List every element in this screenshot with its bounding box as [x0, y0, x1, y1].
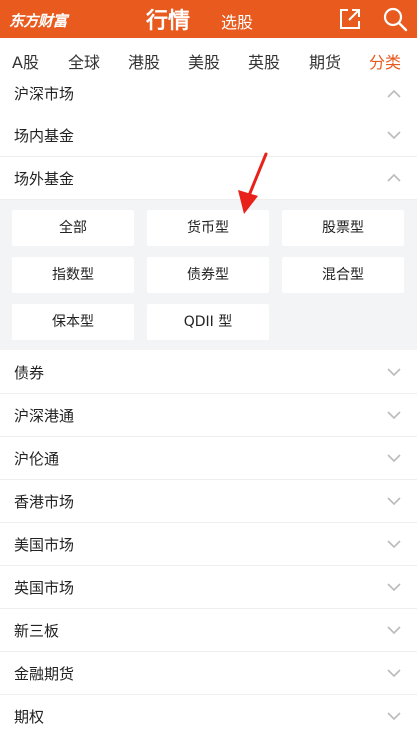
- category-row-uk-market[interactable]: 英国市场: [0, 566, 417, 609]
- category-label: 新三板: [14, 622, 60, 640]
- annotation-arrow-icon: [238, 152, 268, 214]
- tab-a-shares[interactable]: A股: [12, 49, 39, 73]
- fund-type-panel: 全部 货币型 股票型 指数型 债券型 混合型 保本型 QDII 型: [0, 200, 417, 350]
- stock-picker-tab[interactable]: 选股: [221, 9, 253, 33]
- tab-us-stocks[interactable]: 美股: [188, 49, 220, 73]
- category-row-bonds[interactable]: 债券: [0, 351, 417, 394]
- chevron-down-icon: [387, 583, 401, 592]
- category-row-shanghai-london[interactable]: 沪伦通: [0, 437, 417, 480]
- category-label: 沪伦通: [14, 450, 60, 468]
- chevron-up-icon: [387, 89, 401, 98]
- category-label: 金融期货: [14, 665, 75, 683]
- search-icon[interactable]: [381, 5, 409, 33]
- chevron-down-icon: [387, 669, 401, 678]
- category-row-otc-funds[interactable]: 场外基金: [0, 157, 417, 200]
- fund-type-equity[interactable]: 股票型: [282, 210, 404, 246]
- chevron-down-icon: [387, 368, 401, 377]
- app-logo: 东方财富: [9, 12, 68, 30]
- category-row-hs-market[interactable]: 沪深市场: [0, 73, 417, 115]
- tab-futures[interactable]: 期货: [309, 49, 341, 73]
- tab-hk-stocks[interactable]: 港股: [128, 49, 160, 73]
- share-icon[interactable]: [336, 5, 364, 33]
- category-row-stock-connect[interactable]: 沪深港通: [0, 394, 417, 437]
- tab-categories[interactable]: 分类: [369, 49, 401, 73]
- chevron-down-icon: [387, 540, 401, 549]
- category-row-options[interactable]: 期权: [0, 695, 417, 735]
- category-label: 沪深港通: [14, 407, 75, 425]
- chevron-down-icon: [387, 411, 401, 420]
- chevron-down-icon: [387, 497, 401, 506]
- fund-type-bond[interactable]: 债券型: [147, 257, 269, 293]
- app-header: 东方财富 行情 选股: [0, 0, 417, 38]
- chevron-down-icon: [387, 626, 401, 635]
- fund-type-index[interactable]: 指数型: [12, 257, 134, 293]
- chevron-down-icon: [387, 131, 401, 140]
- chevron-down-icon: [387, 454, 401, 463]
- tab-global[interactable]: 全球: [68, 49, 100, 73]
- category-row-financial-futures[interactable]: 金融期货: [0, 652, 417, 695]
- chevron-up-icon: [387, 173, 401, 182]
- category-label: 英国市场: [14, 579, 75, 597]
- page-title[interactable]: 行情: [146, 3, 190, 35]
- category-row-hk-market[interactable]: 香港市场: [0, 480, 417, 523]
- category-row-neeq[interactable]: 新三板: [0, 609, 417, 652]
- chevron-down-icon: [387, 712, 401, 721]
- category-label: 美国市场: [14, 536, 75, 554]
- fund-type-hybrid[interactable]: 混合型: [282, 257, 404, 293]
- category-label: 债券: [14, 364, 45, 382]
- category-label: 香港市场: [14, 493, 75, 511]
- category-label: 场内基金: [14, 127, 75, 145]
- fund-type-guaranteed[interactable]: 保本型: [12, 304, 134, 340]
- tab-uk-stocks[interactable]: 英股: [248, 49, 280, 73]
- fund-type-qdii[interactable]: QDII 型: [147, 304, 269, 340]
- category-label: 场外基金: [14, 170, 75, 188]
- category-label: 期权: [14, 708, 45, 726]
- fund-type-all[interactable]: 全部: [12, 210, 134, 246]
- category-row-us-market[interactable]: 美国市场: [0, 523, 417, 566]
- category-label: 沪深市场: [14, 85, 75, 103]
- category-row-exchange-funds[interactable]: 场内基金: [0, 114, 417, 157]
